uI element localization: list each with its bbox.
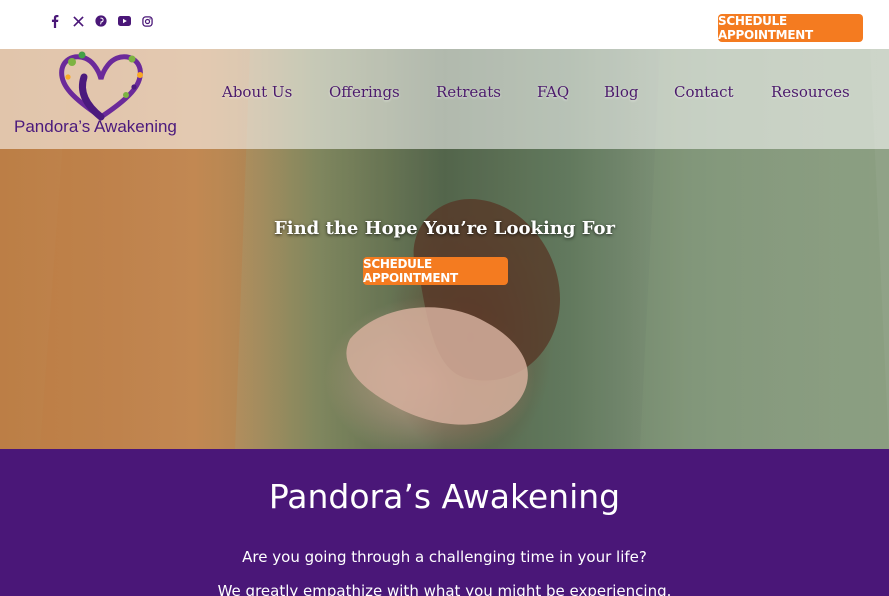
top-bar: Schedule Appointment <box>0 0 889 49</box>
nav-item-about-us[interactable]: About Us <box>222 83 292 101</box>
intro-line-1: Are you going through a challenging time… <box>242 548 647 566</box>
schedule-appointment-button[interactable]: Schedule Appointment <box>718 14 863 42</box>
facebook-icon[interactable] <box>48 13 62 29</box>
nav-item-retreats[interactable]: Retreats <box>436 83 501 101</box>
hero-title: Find the Hope You’re Looking For <box>273 218 616 239</box>
nav-item-offerings[interactable]: Offerings <box>329 83 400 101</box>
pinterest-icon[interactable] <box>94 13 108 29</box>
primary-nav: About Us Offerings Retreats FAQ Blog Con… <box>0 83 889 105</box>
social-links <box>48 13 154 29</box>
intro-line-2: We greatly empathize with what you might… <box>217 582 672 596</box>
nav-item-resources[interactable]: Resources <box>771 83 850 101</box>
x-twitter-icon[interactable] <box>71 13 85 29</box>
intro-section: Pandora’s Awakening Are you going throug… <box>0 449 889 596</box>
logo-text[interactable]: Pandora’s Awakening <box>14 117 177 137</box>
nav-item-contact[interactable]: Contact <box>674 83 734 101</box>
hero-schedule-appointment-button[interactable]: Schedule Appointment <box>363 257 508 285</box>
instagram-icon[interactable] <box>140 13 154 29</box>
youtube-icon[interactable] <box>117 13 131 29</box>
nav-item-faq[interactable]: FAQ <box>537 83 569 101</box>
intro-heading: Pandora’s Awakening <box>268 477 621 516</box>
nav-item-blog[interactable]: Blog <box>604 83 638 101</box>
